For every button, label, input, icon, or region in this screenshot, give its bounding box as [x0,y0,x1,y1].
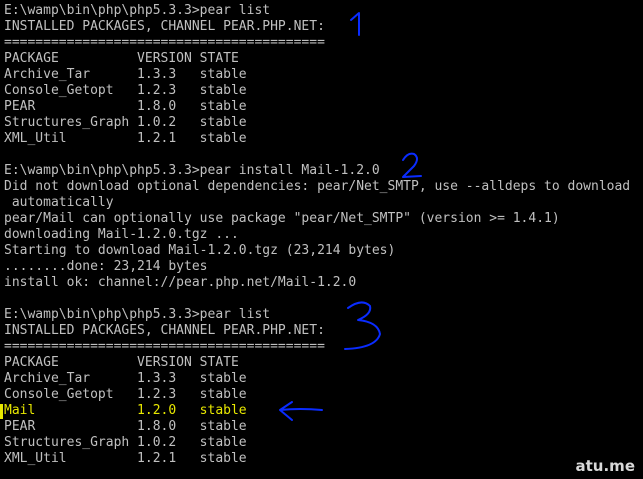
terminal-line: INSTALLED PACKAGES, CHANNEL PEAR.PHP.NET… [4,323,325,338]
terminal-line: PEAR 1.8.0 stable [4,419,247,434]
number-2-annotation [402,152,422,178]
terminal-line: PEAR 1.8.0 stable [4,99,247,114]
terminal-line: ========================================… [4,35,325,50]
terminal-line: Starting to download Mail-1.2.0.tgz (23,… [4,243,396,258]
terminal-line: downloading Mail-1.2.0.tgz ... [4,227,239,242]
number-3-annotation [344,301,381,350]
terminal-line: XML_Util 1.2.1 stable [4,451,247,466]
left-arrow-annotation [279,401,323,421]
terminal-line: Archive_Tar 1.3.3 stable [4,371,247,386]
terminal-line: install ok: channel://pear.php.net/Mail-… [4,275,357,290]
terminal-line: PACKAGE VERSION STATE [4,51,239,66]
terminal-line: automatically [4,195,114,210]
terminal-line: ========================================… [4,339,325,354]
watermark-logo: atu.me [575,457,635,475]
terminal-line: pear/Mail can optionally use package "pe… [4,211,560,226]
terminal-line: Archive_Tar 1.3.3 stable [4,67,247,82]
highlight-cursor-mark [0,404,3,419]
terminal-line: Console_Getopt 1.2.3 stable [4,387,247,402]
terminal-line: E:\wamp\bin\php\php5.3.3>pear list [4,307,271,322]
terminal-line: XML_Util 1.2.1 stable [4,131,247,146]
terminal-line: Structures_Graph 1.0.2 stable [4,115,247,130]
terminal-line: Structures_Graph 1.0.2 stable [4,435,247,450]
terminal-line: E:\wamp\bin\php\php5.3.3>pear list [4,3,271,18]
terminal-line: INSTALLED PACKAGES, CHANNEL PEAR.PHP.NET… [4,19,325,34]
terminal-line: E:\wamp\bin\php\php5.3.3>pear install Ma… [4,163,380,178]
terminal-line-highlighted: Mail 1.2.0 stable [4,403,247,418]
terminal-line: PACKAGE VERSION STATE [4,355,239,370]
terminal-window[interactable]: E:\wamp\bin\php\php5.3.3>pear list INSTA… [0,0,643,479]
terminal-line: ........done: 23,214 bytes [4,259,208,274]
terminal-line: Console_Getopt 1.2.3 stable [4,83,247,98]
terminal-line: Did not download optional dependencies: … [4,179,631,194]
number-1-annotation [350,12,360,36]
